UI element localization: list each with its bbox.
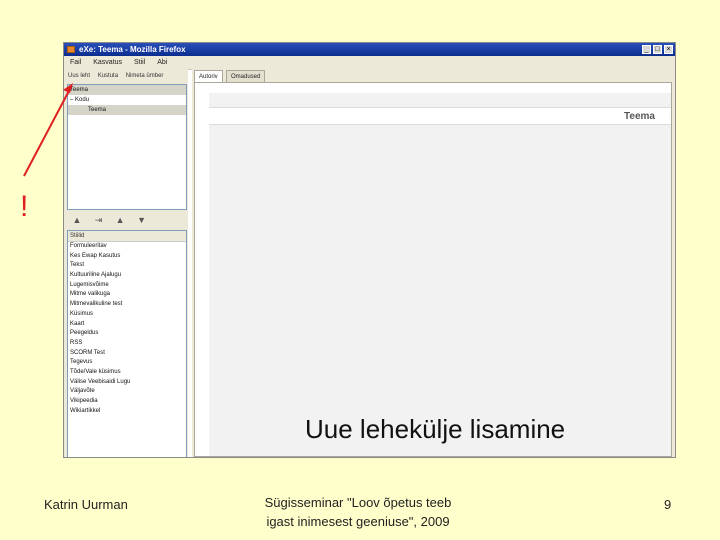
arrow-head: [63, 83, 73, 93]
footer-event-line: igast inimesest geeniuse", 2009: [266, 514, 450, 529]
page-number: 9: [664, 497, 672, 512]
arrow-line: [23, 86, 72, 177]
exclamation-mark: !: [20, 190, 29, 223]
slide-caption: Uue lehekülje lisamine: [305, 414, 566, 444]
footer-author: Katrin Uurman: [44, 497, 128, 512]
annotation-arrow: [23, 83, 73, 177]
footer-event-line: Sügisseminar "Loov õpetus teeb: [264, 495, 452, 510]
footer-event: Sügisseminar "Loov õpetus teeb igast ini…: [250, 493, 466, 531]
